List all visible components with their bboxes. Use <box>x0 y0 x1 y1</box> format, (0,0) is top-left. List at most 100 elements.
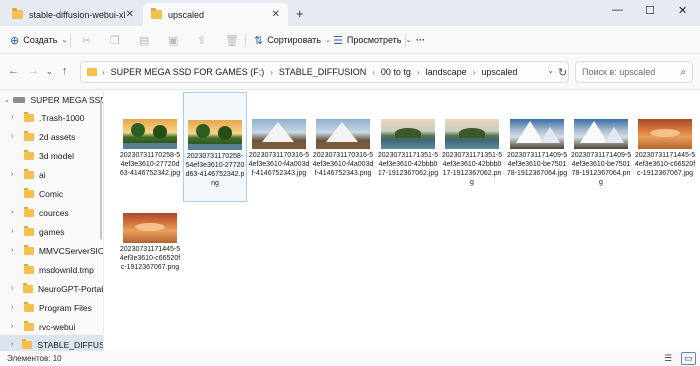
file-item[interactable]: 20230731170316-54ef3e3610-f4a003df-41467… <box>311 92 375 202</box>
forward-button[interactable]: → <box>28 65 39 77</box>
file-name: 20230731170316-54ef3e3610-f4a003df-41467… <box>312 152 374 177</box>
sidebar-item-rvc-webui[interactable]: › rvc-webui <box>0 317 103 336</box>
divider <box>245 34 246 47</box>
file-item[interactable]: 20230731171409-54ef3e3610-be750178-19123… <box>505 92 569 202</box>
file-name: 20230731170258-54ef3e3610-27720d63-41467… <box>185 153 245 187</box>
copy-icon[interactable]: ❐ <box>110 32 120 48</box>
more-options-button[interactable]: ··· <box>416 32 425 48</box>
folder-icon <box>22 282 33 293</box>
refresh-icon[interactable]: ↻ <box>558 66 567 79</box>
chevron-right-icon[interactable]: › <box>11 133 19 140</box>
file-name: 20230731171445-54ef3e3610-c66520fc-19123… <box>119 246 181 271</box>
view-label: Просмотреть <box>346 35 402 45</box>
chevron-right-icon[interactable]: › <box>11 285 18 292</box>
sidebar-item-stable-diffusion[interactable]: › STABLE_DIFFUSION <box>0 335 103 351</box>
chevron-right-icon[interactable]: › <box>11 171 19 178</box>
image-thumbnail <box>638 119 692 149</box>
folder-icon <box>12 8 23 19</box>
sidebar-item-mmvcserversio[interactable]: › MMVCServerSIO <box>0 241 103 260</box>
share-icon[interactable]: ⇪ <box>197 32 206 48</box>
file-name: 20230731171409-54ef3e3610-be750178-19123… <box>570 152 632 186</box>
paste-icon[interactable]: ▤ <box>139 32 149 48</box>
file-name: 20230731170316-54ef3e3610-f4a003df-41467… <box>248 152 310 177</box>
search-placeholder: Поиск в: upscaled <box>582 67 656 77</box>
breadcrumb-stable-diffusion[interactable]: STABLE_DIFFUSION <box>279 67 366 77</box>
image-thumbnail <box>445 119 499 149</box>
close-tab-icon[interactable]: ✕ <box>272 9 280 20</box>
file-item[interactable]: 20230731171445-54ef3e3610-c66520fc-19123… <box>118 186 182 296</box>
maximize-button[interactable]: ☐ <box>645 4 655 17</box>
large-icons-view-icon[interactable]: ▭ <box>681 352 696 365</box>
cut-icon[interactable]: ✂ <box>82 32 91 48</box>
sidebar-item-2d-assets[interactable]: › 2d assets <box>0 127 103 146</box>
details-view-icon[interactable]: ☰ <box>664 353 672 364</box>
folder-icon <box>24 225 34 236</box>
tab-upscaled[interactable]: upscaled ✕ <box>143 3 288 26</box>
file-item-selected[interactable]: 20230731170258-54ef3e3610-27720d63-41467… <box>183 92 247 202</box>
divider <box>405 34 406 47</box>
minimize-button[interactable]: — <box>612 4 623 16</box>
sidebar-item-ai[interactable]: › ai <box>0 165 103 184</box>
address-bar[interactable]: › SUPER MEGA SSD FOR GAMES (F:) › STABLE… <box>80 61 569 83</box>
create-button[interactable]: ⊕ Создать ⌄ <box>10 32 67 48</box>
file-view: 20230731170258-54ef3e3610-27720d63-41467… <box>104 90 700 351</box>
chevron-down-icon: ⌄ <box>405 37 412 44</box>
file-item[interactable]: 20230731170316-54ef3e3610-f4a003df-41467… <box>247 92 311 202</box>
chevron-down-icon[interactable]: ⌄ <box>4 96 10 104</box>
view-button[interactable]: ☰ Просмотреть ⌄ <box>333 32 411 48</box>
sidebar-item-drive[interactable]: ⌄ SUPER MEGA SSD FO <box>0 90 103 109</box>
new-tab-button[interactable]: + <box>296 6 304 21</box>
close-tab-icon[interactable]: ✕ <box>126 9 134 20</box>
breadcrumb-upscaled[interactable]: upscaled <box>481 67 517 77</box>
chevron-right-icon[interactable]: › <box>11 247 19 254</box>
drive-icon <box>13 96 26 103</box>
folder-icon <box>24 187 34 198</box>
command-bar: ⊕ Создать ⌄ ✂ ❐ ▤ ▣ ⇪ 🗑 ⇅ Сортировать ⌄ … <box>0 26 700 54</box>
folder-icon <box>151 8 162 19</box>
file-item[interactable]: 20230731171351-54ef3e3610-42bbb017-19123… <box>440 92 504 202</box>
sidebar-item-neurogpt[interactable]: › NeuroGPT-Portable <box>0 279 103 298</box>
file-name: 20230731171445-54ef3e3610-c66520fc-19123… <box>634 152 696 177</box>
close-window-button[interactable]: ✕ <box>678 4 687 17</box>
file-item[interactable]: 20230731171409-54ef3e3610-be750178-19123… <box>569 92 633 202</box>
file-name: 20230731171351-54ef3e3610-42bbb017-19123… <box>377 152 439 177</box>
back-button[interactable]: ← <box>8 65 19 77</box>
file-name: 20230731170258-54ef3e3610-27720d63-41467… <box>119 152 181 177</box>
file-item[interactable]: 20230731171445-54ef3e3610-c66520fc-19123… <box>633 92 697 202</box>
create-label: Создать <box>23 35 58 45</box>
breadcrumb: › SUPER MEGA SSD FOR GAMES (F:) › STABLE… <box>102 67 518 77</box>
up-button[interactable]: ↑ <box>62 65 68 77</box>
chevron-right-icon[interactable]: › <box>11 323 19 330</box>
search-input[interactable]: Поиск в: upscaled ⌕ <box>575 61 693 83</box>
folder-icon <box>24 301 34 312</box>
tab-label: upscaled <box>168 9 205 20</box>
recent-locations-chevron-icon[interactable]: ⌄ <box>46 67 53 76</box>
breadcrumb-drive[interactable]: SUPER MEGA SSD FOR GAMES (F:) <box>111 67 265 77</box>
sidebar-item-cources[interactable]: › cources <box>0 203 103 222</box>
tab-stable-diffusion-webui-xl[interactable]: stable-diffusion-webui-xl ✕ <box>4 3 142 26</box>
image-thumbnail <box>123 213 177 243</box>
tab-bar: stable-diffusion-webui-xl ✕ upscaled ✕ +… <box>0 0 700 26</box>
sidebar-item-msdownld[interactable]: msdownld.tmp <box>0 260 103 279</box>
rename-icon[interactable]: ▣ <box>168 32 178 48</box>
image-thumbnail <box>252 119 306 149</box>
sidebar-item-3d-model[interactable]: 3d model <box>0 146 103 165</box>
chevron-right-icon[interactable]: › <box>11 228 19 235</box>
sort-button[interactable]: ⇅ Сортировать ⌄ <box>254 32 331 48</box>
breadcrumb-landscape[interactable]: landscape <box>426 67 467 77</box>
chevron-right-icon[interactable]: › <box>11 304 19 311</box>
sidebar-item-comic[interactable]: Comic <box>0 184 103 203</box>
folder-icon <box>24 206 34 217</box>
chevron-right-icon[interactable]: › <box>11 209 19 216</box>
file-item[interactable]: 20230731171351-54ef3e3610-42bbb017-19123… <box>376 92 440 202</box>
sidebar-item-games[interactable]: › games <box>0 222 103 241</box>
sidebar-item-trash[interactable]: › .Trash-1000 <box>0 108 103 127</box>
image-thumbnail <box>188 120 242 150</box>
chevron-right-icon[interactable]: › <box>11 341 17 348</box>
breadcrumb-00-to-tg[interactable]: 00 to tg <box>381 67 411 77</box>
address-dropdown-icon[interactable]: ⌄ <box>547 66 554 75</box>
chevron-right-icon[interactable]: › <box>11 114 19 121</box>
sidebar-item-program-files[interactable]: › Program Files <box>0 298 103 317</box>
delete-icon[interactable]: 🗑 <box>225 32 239 48</box>
sidebar-scrollbar[interactable] <box>100 100 102 240</box>
